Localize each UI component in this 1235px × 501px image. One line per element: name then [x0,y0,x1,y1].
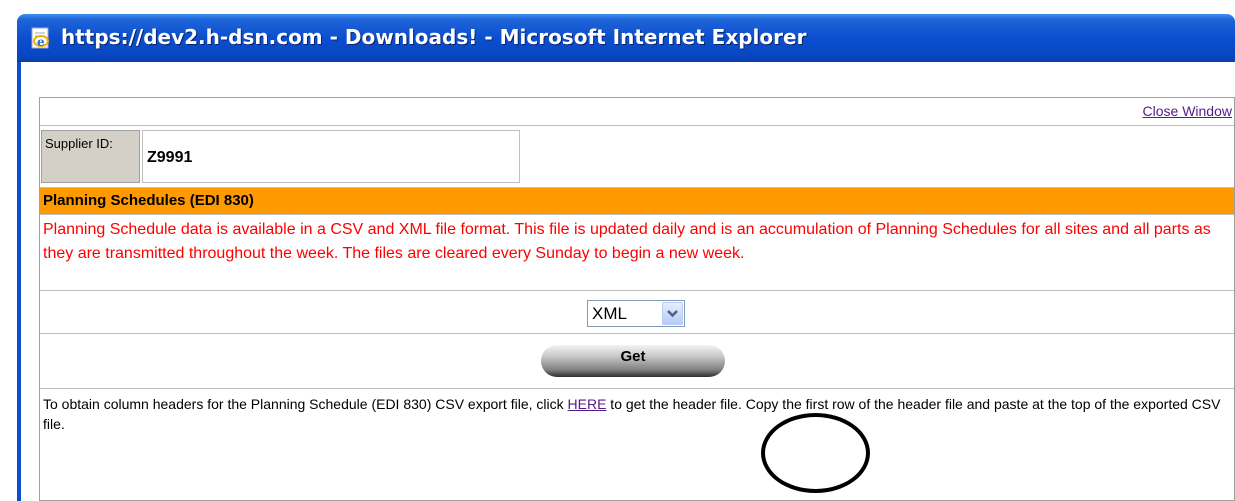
info-text-before: To obtain column headers for the Plannin… [43,396,568,412]
title-bar[interactable]: e https://dev2.h-dsn.com - Downloads! - … [17,14,1235,62]
window-title: https://dev2.h-dsn.com - Downloads! - Mi… [61,25,807,49]
supplier-id-value: Z9991 [142,130,520,183]
here-link[interactable]: HERE [568,396,607,412]
dropdown-arrow-button[interactable] [662,302,683,325]
format-select[interactable]: XML [587,300,685,327]
annotation-circle [761,413,870,493]
supplier-row: Supplier ID: Z9991 [40,128,1234,185]
section-heading: Planning Schedules (EDI 830) [40,187,1234,215]
page-content: Close Window Supplier ID: Z9991 Planning… [21,62,1235,501]
get-button[interactable]: Get [541,345,725,377]
get-row: Get [40,335,1234,389]
chevron-down-icon [667,310,678,318]
browser-window: e https://dev2.h-dsn.com - Downloads! - … [17,14,1235,501]
description-row: Planning Schedule data is available in a… [40,216,1234,291]
close-window-link[interactable]: Close Window [1143,103,1232,119]
downloads-table: Close Window Supplier ID: Z9991 Planning… [39,97,1235,501]
ie-page-icon: e [31,27,49,49]
info-row: To obtain column headers for the Plannin… [40,390,1234,442]
description-text: Planning Schedule data is available in a… [43,221,1211,262]
header-info-text: To obtain column headers for the Plannin… [43,394,1231,434]
format-select-row: XML [40,292,1234,334]
close-row: Close Window [40,98,1234,126]
svg-text:e: e [37,35,45,49]
supplier-id-label: Supplier ID: [41,130,140,183]
section-title: Planning Schedules (EDI 830) [43,192,254,209]
format-select-value: XML [592,304,627,323]
